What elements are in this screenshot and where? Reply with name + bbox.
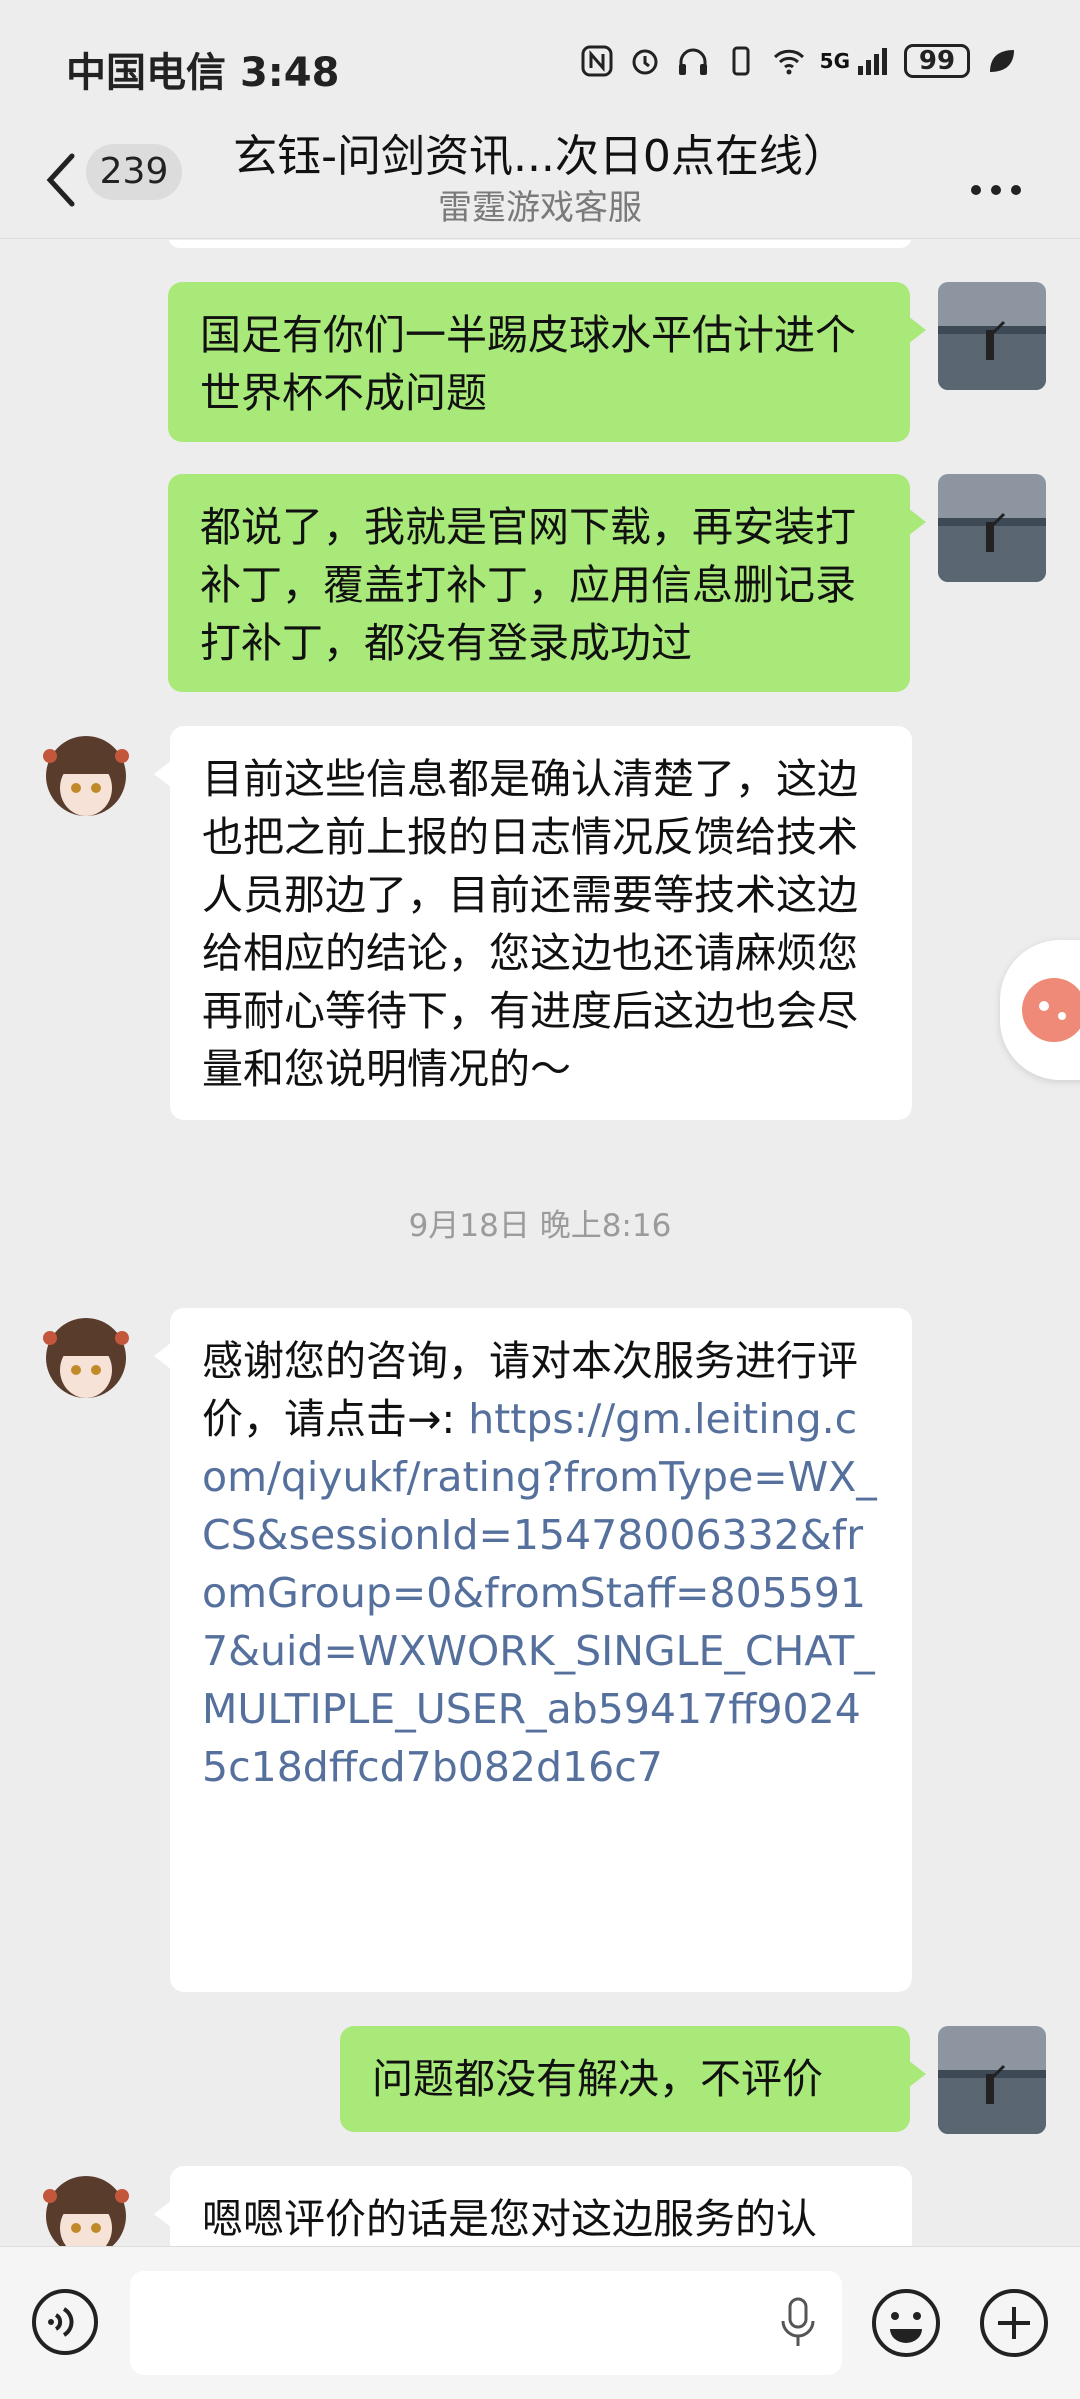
agent-avatar[interactable] — [32, 1308, 140, 1416]
more-options-icon[interactable] — [968, 160, 1024, 211]
clock: 3:48 — [239, 50, 340, 96]
wifi-icon — [773, 49, 804, 75]
anime-girl-avatar — [32, 726, 140, 834]
message-bubble[interactable]: 感谢您的咨询，请对本次服务进行评价，请点击→: https://gm.leiti… — [154, 1308, 912, 1992]
previous-message-bubble — [168, 240, 912, 248]
vibrate-icon — [732, 46, 750, 76]
agent-avatar[interactable] — [32, 2166, 140, 2246]
headphones-icon — [678, 48, 707, 75]
message-bubble[interactable]: 问题都没有解决，不评价 — [340, 2026, 926, 2132]
message-input[interactable] — [130, 2271, 842, 2375]
message-bubble[interactable]: 目前这些信息都是确认清楚了，这边也把之前上报的日志情况反馈给技术人员那边了，目前… — [154, 726, 912, 1120]
status-icons: 5G 99 — [580, 44, 1018, 78]
battery-indicator: 99 — [904, 44, 970, 78]
nfc-icon — [581, 45, 613, 77]
unread-count-badge[interactable]: 239 — [86, 144, 182, 200]
chat-title: 玄钰-问剑资讯...次日0点在线） — [233, 131, 847, 182]
plus-icon[interactable] — [978, 2287, 1050, 2359]
user-photo-avatar — [938, 474, 1046, 582]
chat-header: 239 玄钰-问剑资讯...次日0点在线） 雷霆游戏客服 — [0, 120, 1080, 240]
agent-avatar[interactable] — [32, 726, 140, 834]
network-label: 5G — [819, 49, 850, 73]
message-bubble[interactable]: 国足有你们一半踢皮球水平估计进个世界杯不成问题 — [168, 282, 926, 442]
status-bar: 中国电信 3:48 5G 99 — [0, 0, 1080, 130]
signal-icon — [858, 48, 887, 75]
message-list[interactable]: 国足有你们一半踢皮球水平估计进个世界杯不成问题 都说了，我就是官网下载，再安装打… — [0, 240, 1080, 2246]
message-bubble[interactable]: 嗯嗯评价的话是您对这边服务的认 — [154, 2166, 912, 2246]
rating-link[interactable]: https://gm.leiting.com/qiyukf/rating?fro… — [202, 1395, 877, 1791]
emoji-icon[interactable] — [870, 2287, 942, 2359]
anime-girl-avatar — [32, 1308, 140, 1416]
header-divider — [0, 238, 1080, 239]
my-avatar[interactable] — [938, 282, 1046, 390]
user-photo-avatar — [938, 282, 1046, 390]
message-bubble[interactable]: 都说了，我就是官网下载，再安装打补丁，覆盖打补丁，应用信息删记录打补丁，都没有登… — [168, 474, 926, 692]
voice-mode-icon[interactable] — [30, 2287, 100, 2357]
chat-subtitle: 雷霆游戏客服 — [438, 188, 642, 228]
back-arrow-icon[interactable] — [40, 148, 84, 212]
microphone-icon[interactable] — [778, 2297, 818, 2349]
user-photo-avatar — [938, 2026, 1046, 2134]
my-avatar[interactable] — [938, 474, 1046, 582]
anime-girl-avatar — [32, 2166, 140, 2246]
input-toolbar — [0, 2246, 1080, 2399]
floating-widget[interactable] — [1000, 940, 1080, 1080]
carrier-time: 中国电信 3:48 — [66, 40, 339, 98]
ellipsis-icon — [971, 185, 1021, 195]
my-avatar[interactable] — [938, 2026, 1046, 2134]
floating-ball-icon — [1022, 978, 1080, 1042]
alarm-icon — [632, 49, 658, 75]
message-timestamp: 9月18日 晚上8:16 — [408, 1208, 672, 1244]
carrier-label: 中国电信 — [66, 50, 226, 96]
leaf-icon — [990, 50, 1014, 72]
